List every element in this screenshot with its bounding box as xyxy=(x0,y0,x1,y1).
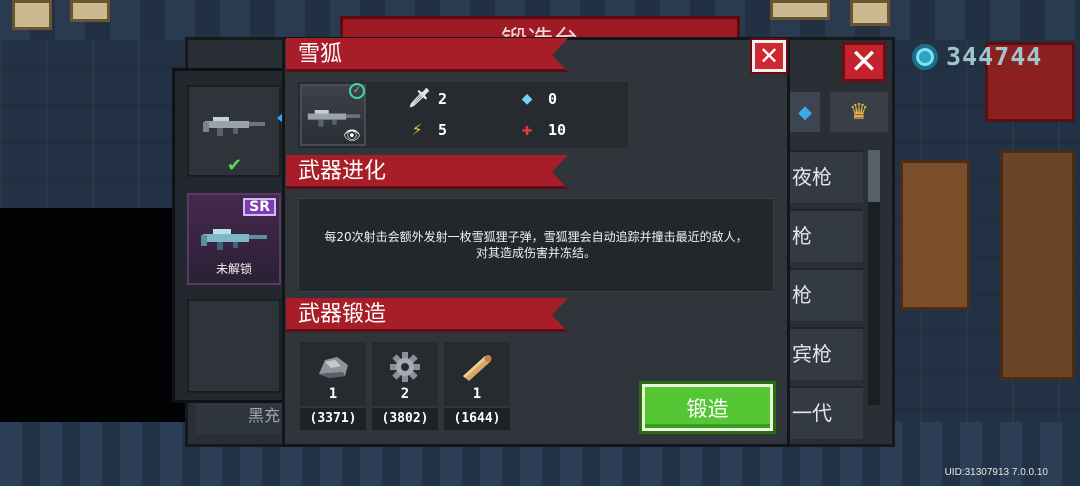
evolution-description: 每20次射击会额外发射一枚雪狐狸子弹，雪狐狸会自动追踪并撞击最近的敌人， 对其造… xyxy=(298,198,774,292)
material-slot[interactable]: 1 (3371) xyxy=(300,342,366,430)
material-required-count: 2 xyxy=(372,384,438,404)
rarity-badge: SR xyxy=(243,198,276,216)
rifle-icon xyxy=(203,113,267,137)
stat-energy-value: 0 xyxy=(548,90,558,108)
forge-title: 武器锻造 xyxy=(298,302,387,327)
uid-version-label: UID:31307913 7.0.0.10 xyxy=(944,467,1048,478)
owned-check-icon: ✓ xyxy=(349,83,365,99)
tab-gold-weapons[interactable]: ♛ xyxy=(830,92,888,132)
weapon-name-banner: 雪狐 xyxy=(286,38,568,72)
weapon-slot-selected[interactable]: ✔ xyxy=(187,85,281,177)
scrollbar-thumb[interactable] xyxy=(868,150,880,202)
crown-icon: ♛ xyxy=(849,99,869,125)
energy-crystal-icon: ◆ xyxy=(521,88,533,109)
forge-banner: 武器锻造 xyxy=(286,298,568,332)
gem-counter: 344744 xyxy=(912,42,1042,71)
forge-list-close-button[interactable]: ✕ xyxy=(842,42,886,82)
selected-check-icon: ✔ xyxy=(227,155,243,176)
background-sign xyxy=(70,0,110,22)
evolution-banner: 武器进化 xyxy=(286,155,568,189)
weapon-slot-empty[interactable] xyxy=(187,299,281,393)
material-required-count: 1 xyxy=(444,384,510,404)
stat-accuracy-value: 10 xyxy=(548,121,567,139)
crosshair-icon: ✚ xyxy=(521,119,533,140)
material-owned-count: (3802) xyxy=(372,408,438,430)
weapon-variant-column: ✔ SR 未解锁 xyxy=(172,68,292,403)
material-slot[interactable]: 1 (1644) xyxy=(444,342,510,430)
list-item[interactable]: 枪 xyxy=(787,268,863,321)
list-item[interactable]: 枪 xyxy=(787,209,863,262)
stat-crit: ⚡ 5 xyxy=(408,119,448,140)
list-item[interactable]: 夜枪 xyxy=(787,150,863,203)
background-weapon-rack xyxy=(900,160,970,310)
evolution-title: 武器进化 xyxy=(298,159,387,184)
locked-label: 未解锁 xyxy=(215,262,252,276)
material-owned-count: (3371) xyxy=(300,408,366,430)
forge-button[interactable]: 锻造 xyxy=(639,381,776,434)
evolution-text-line2: 对其造成伤害并冻结。 xyxy=(475,246,596,260)
list-item[interactable]: 黑充 xyxy=(196,398,286,434)
rifle-icon xyxy=(306,106,362,128)
forge-list-scrollbar[interactable] xyxy=(868,150,880,405)
close-button[interactable]: ✕ xyxy=(750,38,788,74)
weapon-name: 雪狐 xyxy=(298,42,343,67)
tab-blue-weapons[interactable]: ◆ xyxy=(790,92,820,132)
material-required-count: 1 xyxy=(300,384,366,404)
material-owned-count: (1644) xyxy=(444,408,510,430)
stat-crit-value: 5 xyxy=(438,121,448,139)
list-item[interactable]: 宾枪 xyxy=(787,327,863,380)
material-slot[interactable]: 2 (3802) xyxy=(372,342,438,430)
rifle-icon xyxy=(201,225,269,251)
stat-damage-value: 2 xyxy=(438,90,448,108)
stat-damage: 🗡 2 xyxy=(408,88,448,109)
background-sign xyxy=(770,0,830,20)
blue-rarity-icon: ◆ xyxy=(798,101,812,123)
stat-energy: ◆ 0 xyxy=(518,88,558,109)
list-item[interactable]: 一代 xyxy=(787,386,863,439)
weapon-slot-locked[interactable]: SR 未解锁 xyxy=(187,193,281,285)
gem-count: 344744 xyxy=(946,42,1043,71)
evolution-text-line1: 每20次射击会额外发射一枚雪狐狸子弹，雪狐狸会自动追踪并撞击最近的敌人， xyxy=(324,230,748,244)
lightning-icon: ⚡ xyxy=(411,119,423,140)
close-icon: ✕ xyxy=(758,42,780,70)
background-weapon-rack xyxy=(1000,150,1075,380)
background-void xyxy=(0,208,185,423)
sword-icon: 🗡 xyxy=(408,88,431,109)
preview-eye-icon[interactable]: 👁 xyxy=(343,128,361,144)
stat-accuracy: ✚ 10 xyxy=(518,119,567,140)
forge-weapon-list: 夜枪 枪 枪 宾枪 一代 xyxy=(787,150,863,445)
forge-list-tabs: ◆ ♛ xyxy=(790,92,888,132)
gem-icon xyxy=(912,43,938,70)
background-sign xyxy=(850,0,890,26)
background-sign xyxy=(12,0,52,30)
